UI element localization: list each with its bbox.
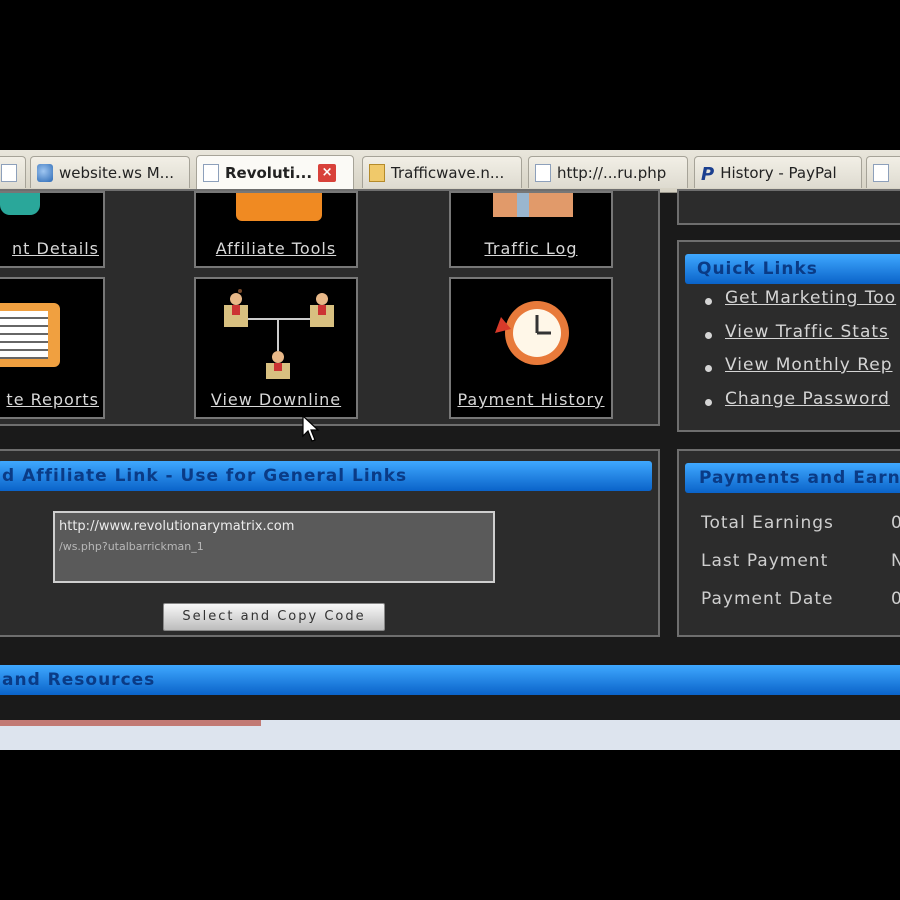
bullet bbox=[705, 365, 712, 372]
dashboard-tiles-panel: nt Details Affiliate Tools Traffic Log t… bbox=[0, 189, 660, 426]
tile-view-downline[interactable]: View Downline bbox=[194, 277, 358, 419]
tab-partial-right[interactable] bbox=[866, 156, 900, 188]
affiliate-link-textbox[interactable]: http://www.revolutionarymatrix.com /ws.p… bbox=[53, 511, 495, 583]
tile-traffic-log[interactable]: Traffic Log bbox=[449, 191, 613, 268]
tile-label: Traffic Log bbox=[484, 239, 578, 258]
payments-earnings-panel: Payments and Earni Total Earnings 0 Last… bbox=[677, 449, 900, 637]
last-payment-label: Last Payment bbox=[701, 551, 829, 571]
affiliate-link-header: d Affiliate Link - Use for General Links bbox=[0, 461, 652, 491]
paypal-icon: P bbox=[701, 163, 715, 185]
tile-label: Affiliate Tools bbox=[215, 239, 337, 258]
link-view-monthly-reports[interactable]: View Monthly Rep bbox=[725, 355, 893, 375]
page-icon bbox=[1, 163, 17, 182]
browser-status-bar bbox=[0, 720, 900, 750]
tile-label: View Downline bbox=[210, 390, 342, 409]
close-icon[interactable]: × bbox=[318, 163, 337, 182]
page-icon bbox=[535, 163, 551, 182]
select-and-copy-code-button[interactable]: Select and Copy Code bbox=[163, 603, 385, 631]
top-right-panel bbox=[677, 189, 900, 225]
link-view-traffic-stats[interactable]: View Traffic Stats bbox=[725, 322, 889, 342]
tile-label: Payment History bbox=[457, 390, 605, 409]
globe-icon bbox=[37, 163, 53, 182]
tile-label: te Reports bbox=[6, 390, 99, 409]
tab-label: Revoluti... bbox=[225, 163, 313, 182]
quick-links-header: Quick Links bbox=[685, 254, 900, 284]
affiliate-link-line-1: http://www.revolutionarymatrix.com bbox=[59, 519, 295, 534]
toolbox-icon bbox=[236, 193, 322, 221]
screen: website.ws M... Revoluti... × Trafficwav… bbox=[0, 150, 900, 750]
last-payment-value: N bbox=[891, 551, 900, 571]
folder-icon bbox=[369, 163, 385, 182]
payments-earnings-header: Payments and Earni bbox=[685, 463, 900, 493]
page-content: nt Details Affiliate Tools Traffic Log t… bbox=[0, 189, 900, 720]
tab-ru-php[interactable]: http://...ru.php bbox=[528, 156, 688, 188]
browser-tab-bar: website.ws M... Revoluti... × Trafficwav… bbox=[0, 150, 900, 193]
tab-paypal-history[interactable]: P History - PayPal bbox=[694, 156, 862, 188]
tab-label: website.ws M... bbox=[59, 163, 174, 182]
tab-label: Trafficwave.n... bbox=[391, 163, 505, 182]
tab-revolutionary[interactable]: Revoluti... × bbox=[196, 155, 354, 189]
link-change-password[interactable]: Change Password bbox=[725, 389, 890, 409]
bullet bbox=[705, 298, 712, 305]
clock-history-icon bbox=[495, 301, 569, 365]
tile-account-details[interactable]: nt Details bbox=[0, 191, 105, 268]
payment-date-label: Payment Date bbox=[701, 589, 834, 609]
resources-header: and Resources bbox=[0, 665, 900, 695]
mouse-cursor-icon bbox=[302, 415, 320, 442]
bullet bbox=[705, 399, 712, 406]
page-icon bbox=[873, 163, 889, 182]
tab-trafficwave[interactable]: Trafficwave.n... bbox=[362, 156, 522, 188]
bullet bbox=[705, 332, 712, 339]
total-earnings-label: Total Earnings bbox=[701, 513, 834, 533]
tile-payment-history[interactable]: Payment History bbox=[449, 277, 613, 419]
tab-partial-left[interactable] bbox=[0, 156, 26, 188]
link-get-marketing-tools[interactable]: Get Marketing Too bbox=[725, 288, 896, 308]
report-icon bbox=[0, 303, 60, 367]
tab-label: http://...ru.php bbox=[557, 163, 667, 182]
page-load-progress-bar bbox=[0, 720, 261, 726]
org-chart-icon bbox=[224, 289, 334, 379]
log-icon bbox=[493, 193, 573, 217]
tab-website-ws[interactable]: website.ws M... bbox=[30, 156, 190, 188]
affiliate-link-panel: d Affiliate Link - Use for General Links… bbox=[0, 449, 660, 637]
tab-label: History - PayPal bbox=[720, 163, 837, 182]
affiliate-link-line-2: /ws.php?utalbarrickman_1 bbox=[59, 540, 204, 553]
quick-links-panel: Quick Links Get Marketing Too View Traff… bbox=[677, 240, 900, 432]
account-icon bbox=[0, 193, 40, 215]
tile-reports[interactable]: te Reports bbox=[0, 277, 105, 419]
payment-date-value: 0 bbox=[891, 589, 900, 609]
total-earnings-value: 0 bbox=[891, 513, 900, 533]
tile-affiliate-tools[interactable]: Affiliate Tools bbox=[194, 191, 358, 268]
tile-label: nt Details bbox=[12, 239, 99, 258]
page-icon bbox=[203, 163, 219, 182]
